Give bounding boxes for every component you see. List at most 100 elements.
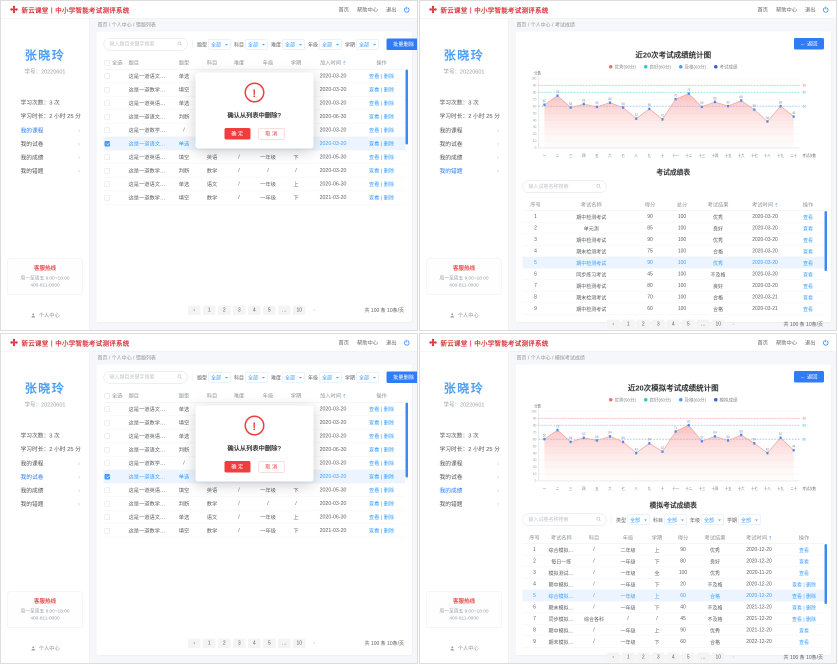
row-actions[interactable]: 查看: [784, 557, 824, 565]
row-actions[interactable]: 查看: [792, 247, 824, 255]
nav-link[interactable]: 退出: [805, 339, 816, 347]
sidebar-menu-item[interactable]: 我的课程›: [429, 457, 499, 471]
row-checkbox[interactable]: [105, 474, 111, 480]
row-actions[interactable]: 查看: [792, 259, 824, 267]
power-icon[interactable]: [823, 6, 830, 13]
filter-select[interactable]: 全部: [739, 515, 761, 526]
row-actions[interactable]: 查看: [792, 213, 824, 221]
confirm-button[interactable]: 确 定: [224, 128, 250, 140]
page-button[interactable]: 1: [622, 319, 635, 329]
sidebar-menu-item[interactable]: 我的成绩›: [429, 484, 499, 498]
page-button[interactable]: 4: [248, 638, 261, 648]
table-row[interactable]: 8 期末检测考试 70 100 合格 2020-03-21 查看: [523, 292, 825, 304]
filter-select[interactable]: 全部: [357, 39, 379, 50]
page-size-select[interactable]: 10条/页: [806, 655, 823, 661]
filter-select[interactable]: 全部: [320, 372, 342, 383]
table-row[interactable]: 2 每日一练 / 一年级 下 80 良好 2020-12-20 查看: [523, 556, 825, 568]
sidebar-menu-item[interactable]: 我的错题›: [10, 497, 80, 511]
page-button[interactable]: ‹: [607, 319, 620, 329]
nav-link[interactable]: 帮助中心: [776, 6, 797, 14]
page-button[interactable]: ›: [308, 638, 321, 648]
row-actions[interactable]: 查看 | 删除: [358, 459, 405, 467]
page-size-select[interactable]: 10条/页: [806, 322, 823, 328]
power-icon[interactable]: [404, 6, 411, 13]
page-size-select[interactable]: 10条/页: [387, 308, 404, 314]
back-button[interactable]: ← 返回: [794, 38, 824, 50]
row-actions[interactable]: 查看 | 删除: [358, 167, 405, 175]
page-button[interactable]: 3: [233, 638, 246, 648]
batch-delete-button[interactable]: 批量删除: [387, 372, 419, 384]
page-button[interactable]: 10: [712, 652, 725, 662]
power-icon[interactable]: [823, 339, 830, 346]
row-actions[interactable]: 查看 | 删除: [784, 580, 824, 588]
sidebar-menu-item[interactable]: 我的成绩›: [10, 484, 80, 498]
row-checkbox[interactable]: [105, 100, 111, 106]
profile-link[interactable]: 个人中心: [1, 645, 89, 653]
page-button[interactable]: …: [278, 305, 291, 315]
batch-delete-button[interactable]: 批量删除: [387, 39, 419, 51]
table-row[interactable]: 8 期中模拟考试 / 一年级 上 90 优秀 2021-12-20 查看: [523, 625, 825, 637]
table-row[interactable]: 这是一道数学应用解答题 判断 数学 / / / 2020-03-20 查看 | …: [104, 164, 406, 178]
row-actions[interactable]: 查看 | 删除: [358, 86, 405, 94]
row-checkbox[interactable]: [105, 487, 111, 493]
page-button[interactable]: 2: [637, 319, 650, 329]
page-button[interactable]: 1: [203, 638, 216, 648]
row-actions[interactable]: 查看 | 删除: [358, 405, 405, 413]
filter-select[interactable]: 全部: [209, 39, 231, 50]
sidebar-menu-item[interactable]: 我的错题›: [429, 497, 499, 511]
table-row[interactable]: 6 期末模拟考试 / 一年级 下 40 不及格 2021-12-20 查看 | …: [523, 602, 825, 614]
row-actions[interactable]: 查看 | 删除: [358, 126, 405, 134]
cancel-button[interactable]: 取 消: [258, 461, 284, 473]
table-row[interactable]: 3 模拟测试考试 / 一年级 全 100 优秀 2020-11-20 查看: [523, 567, 825, 579]
search-input[interactable]: [523, 514, 607, 527]
row-checkbox[interactable]: [105, 406, 111, 412]
table-row[interactable]: 这是一道语文写作训练题 单选 语文 / 一年级 上 2020-06-30 查看 …: [104, 511, 406, 525]
page-button[interactable]: 3: [652, 319, 665, 329]
power-icon[interactable]: [404, 339, 411, 346]
page-button[interactable]: ‹: [188, 638, 201, 648]
table-row[interactable]: 4 期中模拟考试 / 一年级 下 20 不及格 2020-12-20 查看 | …: [523, 579, 825, 591]
row-actions[interactable]: 查看 | 删除: [358, 513, 405, 521]
sidebar-menu-item[interactable]: 我的试卷›: [429, 470, 499, 484]
sidebar-menu-item[interactable]: 我的成绩›: [10, 151, 80, 165]
filter-select[interactable]: 全部: [702, 515, 724, 526]
scrollbar[interactable]: [825, 211, 828, 271]
sidebar-menu-item[interactable]: 我的课程›: [10, 124, 80, 138]
row-actions[interactable]: 查看 | 删除: [358, 72, 405, 80]
table-row[interactable]: 这是一道数学应用解答题 判断 数学 / / / 2020-03-20 查看 | …: [104, 497, 406, 511]
row-actions[interactable]: 查看: [784, 546, 824, 554]
row-checkbox[interactable]: [105, 528, 111, 534]
sidebar-menu-item[interactable]: 我的试卷›: [10, 137, 80, 151]
page-button[interactable]: ‹: [607, 652, 620, 662]
nav-link[interactable]: 退出: [805, 6, 816, 14]
filter-select[interactable]: 全部: [357, 372, 379, 383]
row-checkbox[interactable]: [105, 73, 111, 79]
row-actions[interactable]: 查看: [792, 282, 824, 290]
sidebar-menu-item[interactable]: 我的试卷›: [429, 137, 499, 151]
row-actions[interactable]: 查看: [792, 305, 824, 313]
nav-link[interactable]: 退出: [386, 339, 397, 347]
select-all-checkbox[interactable]: [105, 393, 111, 399]
filter-select[interactable]: 全部: [246, 39, 268, 50]
row-actions[interactable]: 查看 | 删除: [358, 180, 405, 188]
nav-link[interactable]: 首页: [758, 339, 769, 347]
filter-select[interactable]: 全部: [628, 515, 650, 526]
table-row[interactable]: 这是一道英语听力训练题 填空 英语 / 一年级 下 2020-05-30 查看 …: [104, 151, 406, 165]
row-actions[interactable]: 查看: [784, 569, 824, 577]
page-button[interactable]: …: [697, 652, 710, 662]
row-actions[interactable]: 查看: [792, 236, 824, 244]
filter-select[interactable]: 全部: [320, 39, 342, 50]
table-row[interactable]: 7 期中检测考试 80 100 良好 2020-03-20 查看: [523, 280, 825, 292]
page-button[interactable]: ›: [727, 652, 740, 662]
page-button[interactable]: …: [697, 319, 710, 329]
cancel-button[interactable]: 取 消: [258, 128, 284, 140]
page-button[interactable]: 1: [622, 652, 635, 662]
scrollbar[interactable]: [406, 403, 409, 478]
profile-link[interactable]: 个人中心: [420, 645, 508, 653]
filter-select[interactable]: 全部: [283, 372, 305, 383]
page-button[interactable]: 5: [263, 305, 276, 315]
row-actions[interactable]: 查看 | 删除: [358, 473, 405, 481]
filter-select[interactable]: 全部: [246, 372, 268, 383]
page-button[interactable]: 2: [637, 652, 650, 662]
nav-link[interactable]: 首页: [339, 339, 350, 347]
